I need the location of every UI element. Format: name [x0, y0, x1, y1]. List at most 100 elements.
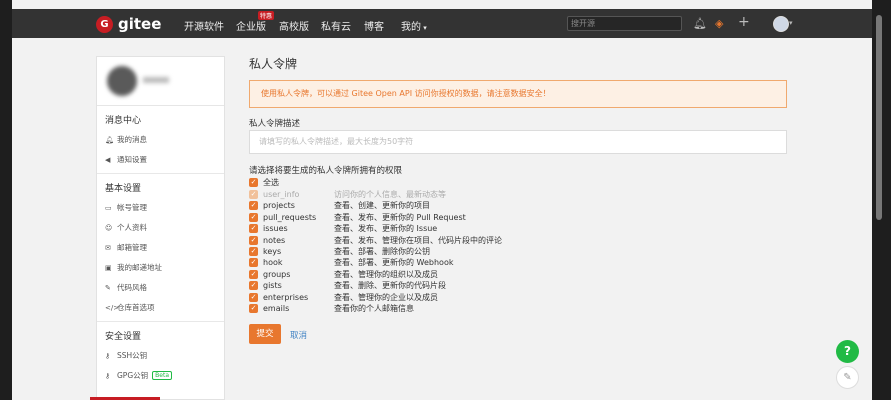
sidebar-item-label: GPG公钥 — [117, 371, 149, 380]
window-left-edge — [0, 0, 12, 400]
permission-description: 查看、管理你的企业以及成员 — [334, 292, 438, 302]
permission-description: 查看、部署、更新你的 Webhook — [334, 258, 454, 268]
beta-badge: Beta — [152, 371, 172, 380]
sidebar-item-gpg-keys[interactable]: ⚷ GPG公钥 Beta — [97, 366, 224, 386]
checkbox-checked-icon[interactable]: ✓ — [249, 269, 258, 279]
speaker-icon: ◀ — [105, 155, 111, 164]
permission-row[interactable]: ✓ pull_requests 查看、发布、更新你的 Pull Request — [249, 212, 789, 223]
sidebar-item-code-style[interactable]: ✎ 代码风格 — [97, 278, 224, 298]
permission-description: 查看、创建、更新你的项目 — [334, 201, 430, 211]
permission-description: 查看、部署、删除你的公钥 — [334, 247, 430, 256]
sidebar-item-label: 帐号管理 — [117, 203, 147, 212]
submit-button[interactable]: 提交 — [249, 324, 281, 344]
section-title-security: 安全设置 — [105, 332, 142, 342]
section-title-basic: 基本设置 — [105, 184, 142, 194]
sidebar-item-label: 通知设置 — [117, 155, 147, 164]
permission-name: enterprises — [263, 292, 309, 302]
permission-row[interactable]: ✓ enterprises 查看、管理你的企业以及成员 — [249, 292, 789, 303]
key-icon: ⚷ — [105, 371, 111, 380]
permission-description: 查看、发布、更新你的 Issue — [334, 224, 438, 234]
sidebar-item-label: 个人资料 — [117, 223, 147, 232]
description-input[interactable]: 请填写的私人令牌描述，最大长度为50字符 — [249, 130, 787, 154]
code-icon: </> — [105, 303, 120, 312]
permission-row[interactable]: ✓ hook 查看、部署、更新你的 Webhook — [249, 258, 789, 268]
checkbox-checked-icon[interactable]: ✓ — [249, 224, 258, 234]
checkbox-checked-icon[interactable]: ✓ — [249, 281, 258, 291]
key-icon: ⚷ — [105, 351, 111, 360]
sidebar-item-label: 仓库首选项 — [117, 303, 155, 312]
checkbox-checked-icon[interactable]: ✓ — [249, 247, 258, 256]
feedback-icon[interactable]: ✎ — [836, 366, 859, 389]
permission-name: notes — [263, 235, 286, 245]
permission-name: hook — [263, 258, 283, 268]
sidebar-item-profile[interactable]: ☺ 个人资料 — [97, 218, 224, 238]
profile-avatar[interactable] — [107, 66, 137, 96]
card-icon: ▭ — [105, 203, 112, 212]
checkbox-checked-icon[interactable]: ✓ — [249, 258, 258, 268]
permission-name: pull_requests — [263, 212, 317, 222]
scrollbar-thumb[interactable] — [876, 15, 882, 220]
permission-row[interactable]: ✓ gists 查看、删除、更新你的代码片段 — [249, 281, 789, 291]
permission-row[interactable]: ✓ notes 查看、发布、管理你在项目、代码片段中的评论 — [249, 235, 789, 246]
permission-description: 查看、发布、更新你的 Pull Request — [334, 212, 466, 222]
checkbox-checked-icon[interactable]: ✓ — [249, 292, 258, 302]
cancel-button[interactable]: 取消 — [290, 329, 307, 341]
permission-row[interactable]: ✓ projects 查看、创建、更新你的项目 — [249, 201, 789, 211]
permission-description: 查看、删除、更新你的代码片段 — [334, 281, 446, 291]
permission-row[interactable]: ✓ groups 查看、管理你的组织以及成员 — [249, 269, 789, 280]
permission-row[interactable]: ✓ keys 查看、部署、删除你的公钥 — [249, 247, 789, 257]
permission-name: keys — [263, 247, 282, 256]
brush-icon: ✎ — [105, 283, 111, 292]
permission-row[interactable]: ✓ issues 查看、发布、更新你的 Issue — [249, 224, 789, 234]
person-icon: ☺ — [105, 223, 113, 232]
permission-description: 访问你的个人信息、最新动态等 — [334, 190, 446, 199]
help-button[interactable]: ? — [836, 340, 859, 363]
permission-row[interactable]: ✓ user_info 访问你的个人信息、最新动态等 — [249, 190, 789, 200]
select-all-row[interactable]: ✓ 全选 — [249, 178, 789, 188]
checkbox-checked-icon[interactable]: ✓ — [249, 178, 258, 187]
warning-banner: 使用私人令牌，可以通过 Gitee Open API 访问你授权的数据，请注意数… — [249, 80, 787, 108]
section-title-messages: 消息中心 — [105, 116, 142, 126]
permission-name: user_info — [263, 190, 300, 199]
main-content: 私人令牌 使用私人令牌，可以通过 Gitee Open API 访问你授权的数据… — [249, 0, 789, 400]
permission-description: 查看、管理你的组织以及成员 — [334, 269, 438, 279]
sidebar-item-address[interactable]: ▣ 我的邮递地址 — [97, 258, 224, 278]
sidebar-item-my-messages[interactable]: 🔔︎ 我的消息 — [97, 130, 224, 150]
sidebar-item-label: SSH公钥 — [117, 351, 148, 360]
sidebar-item-label: 我的消息 — [117, 135, 147, 144]
description-label: 私人令牌描述 — [249, 119, 301, 129]
mail-icon: ✉ — [105, 243, 111, 252]
checkbox-checked-icon[interactable]: ✓ — [249, 304, 258, 313]
checkbox-checked-icon[interactable]: ✓ — [249, 235, 258, 245]
permission-name: issues — [263, 224, 288, 234]
permissions-label: 请选择将要生成的私人令牌所拥有的权限 — [249, 166, 403, 176]
permission-row[interactable]: ✓ emails 查看你的个人邮箱信息 — [249, 304, 789, 314]
sidebar-item-label: 邮箱管理 — [117, 243, 147, 252]
checkbox-checked-icon[interactable]: ✓ — [249, 212, 258, 222]
permission-name: gists — [263, 281, 282, 291]
sidebar-item-account[interactable]: ▭ 帐号管理 — [97, 198, 224, 218]
settings-sidebar: 消息中心 🔔︎ 我的消息 ◀ 通知设置 基本设置 ▭ 帐号管理 ☺ 个人资料 ✉ 邮箱管理… — [96, 56, 225, 400]
checkbox-checked-icon: ✓ — [249, 190, 258, 199]
permission-name: groups — [263, 269, 291, 279]
sidebar-item-notification-settings[interactable]: ◀ 通知设置 — [97, 150, 224, 170]
scrollbar[interactable] — [872, 0, 891, 400]
gitee-logo-icon: G — [96, 15, 113, 33]
sidebar-item-ssh-keys[interactable]: ⚷ SSH公钥 — [97, 346, 224, 366]
nav-open-source[interactable]: 开源软件 — [184, 18, 224, 33]
permission-description: 查看、发布、管理你在项目、代码片段中的评论 — [334, 235, 502, 245]
permission-name: emails — [263, 304, 290, 313]
page-title: 私人令牌 — [249, 57, 298, 71]
avatar-caret-icon[interactable]: ▾ — [789, 19, 793, 27]
permission-description: 查看你的个人邮箱信息 — [334, 304, 414, 313]
select-all-label: 全选 — [263, 178, 279, 187]
sidebar-item-repo-preferences[interactable]: </> 仓库首选项 — [97, 298, 224, 318]
bell-icon: 🔔︎ — [105, 135, 114, 144]
permission-name: projects — [263, 201, 295, 211]
gitee-logo[interactable]: G gitee — [96, 15, 161, 33]
sidebar-item-email[interactable]: ✉ 邮箱管理 — [97, 238, 224, 258]
checkbox-checked-icon[interactable]: ✓ — [249, 201, 258, 211]
profile-card — [97, 57, 224, 106]
sidebar-item-label: 我的邮递地址 — [117, 263, 162, 272]
profile-name[interactable] — [143, 77, 169, 83]
